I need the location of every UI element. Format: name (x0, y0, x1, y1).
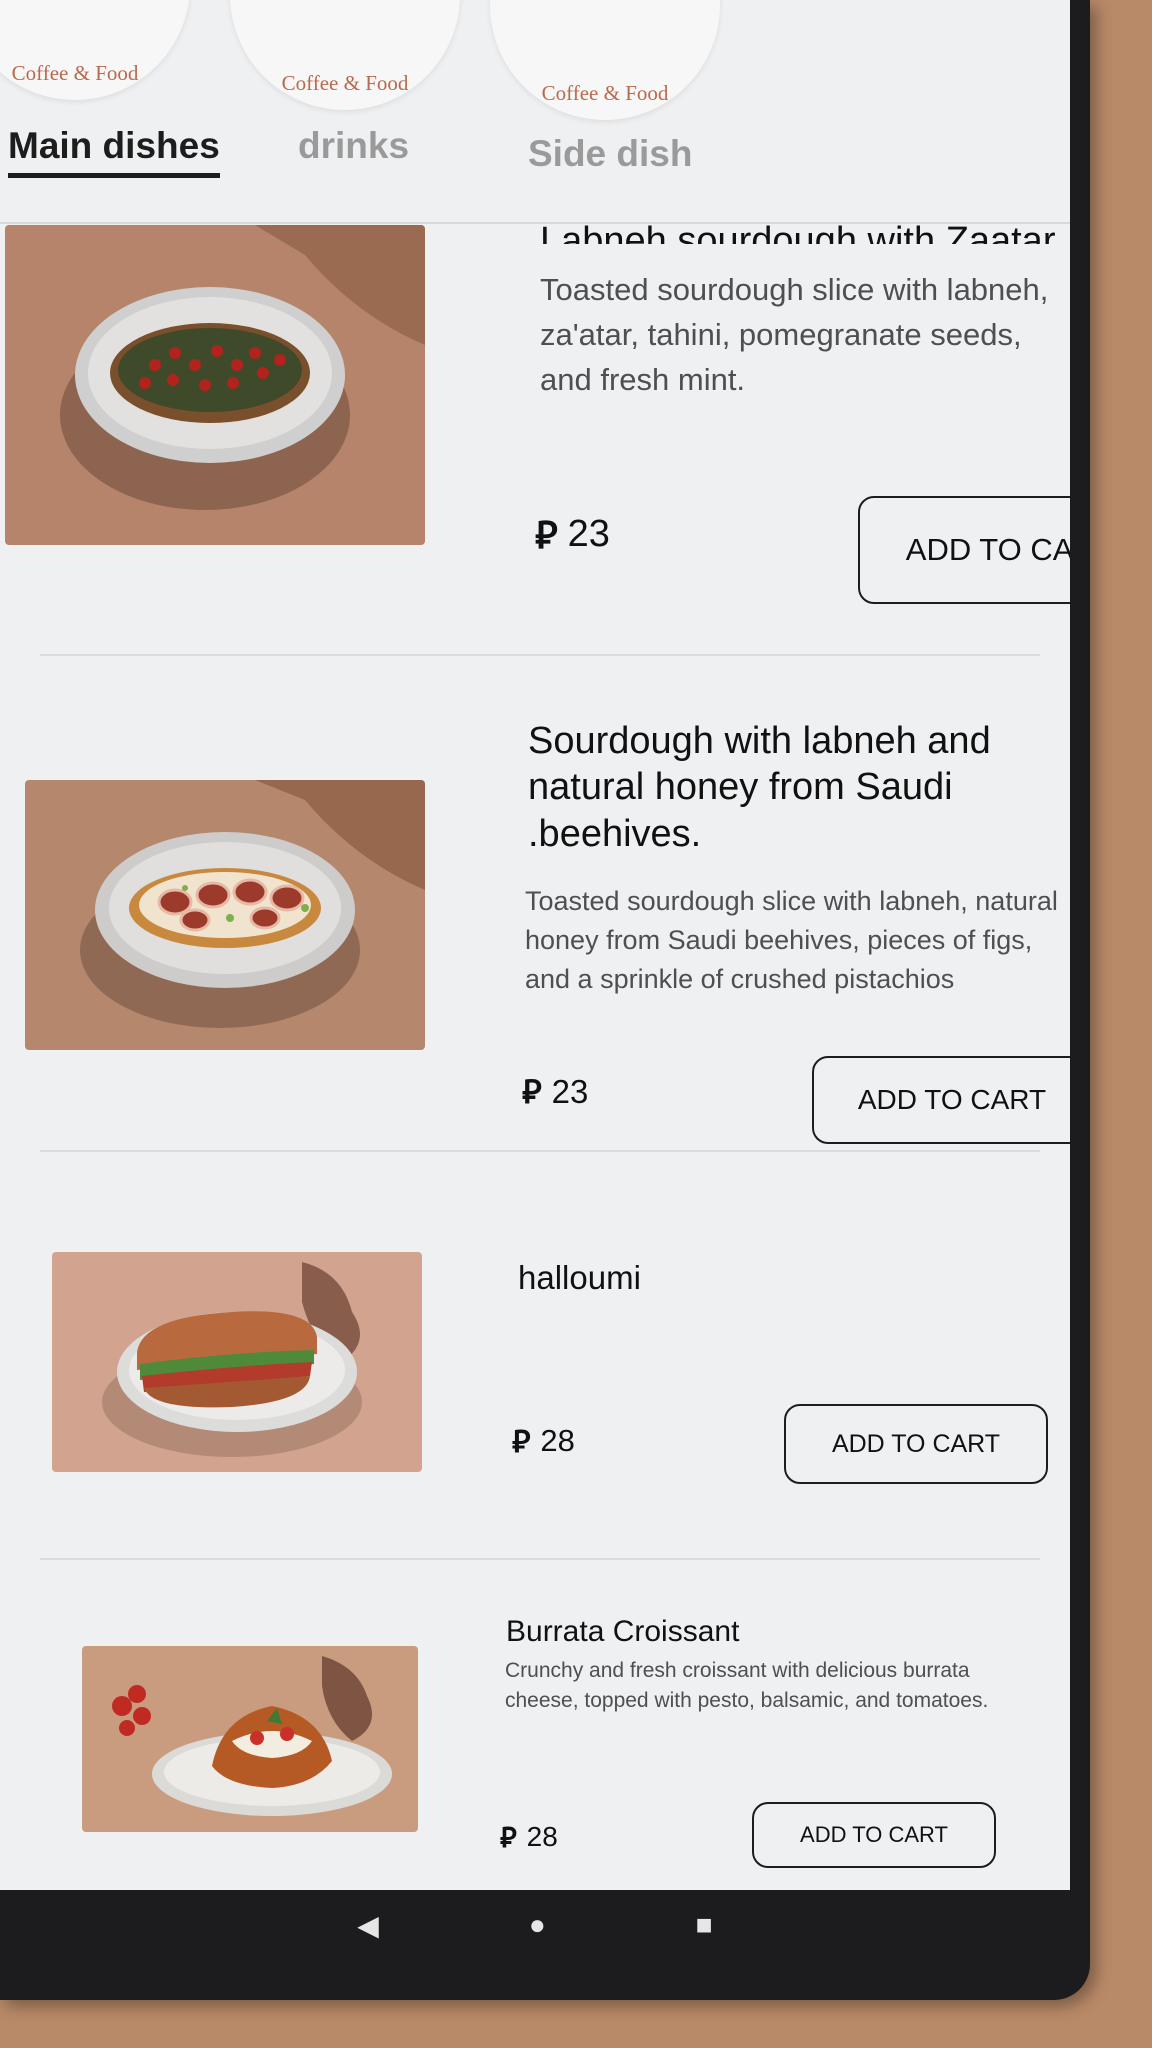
price: ⃁ 28 (512, 1420, 575, 1461)
dish-title: halloumi (518, 1259, 641, 1296)
category-label: Coffee & Food (541, 81, 669, 105)
price-value: 23 (551, 1072, 589, 1110)
item-divider (40, 1150, 1040, 1152)
system-navigation-bar: ◀ ● ■ (0, 1890, 1070, 1960)
tablet-frame: Coffee & Food Coffee & Food Coffee & Foo… (0, 0, 1090, 2000)
category-circle[interactable]: Coffee & Food (490, 0, 720, 120)
tab-drinks[interactable]: drinks (298, 125, 409, 173)
riyal-icon: ⃁ (500, 1822, 517, 1853)
item-divider (40, 654, 1040, 656)
dish-description: Toasted sourdough slice with labneh, nat… (525, 886, 1058, 995)
home-icon[interactable]: ● (529, 1909, 546, 1941)
dish-image (25, 780, 425, 1050)
tab-side-dish[interactable]: Side dish (528, 133, 692, 181)
price: ⃁ 23 (522, 1070, 588, 1113)
dish-title: Sourdough with labneh and natural honey … (528, 720, 991, 855)
tab-main-dishes[interactable]: Main dishes (8, 125, 220, 178)
add-to-cart-button[interactable]: ADD TO CART (752, 1802, 996, 1868)
add-to-cart-button[interactable]: ADD TO CART (858, 496, 1070, 604)
add-to-cart-button[interactable]: ADD TO CART (812, 1056, 1070, 1144)
category-label: Coffee & Food (11, 61, 139, 85)
category-circle[interactable]: Coffee & Food (230, 0, 460, 110)
dish-description: Crunchy and fresh croissant with delicio… (505, 1659, 989, 1713)
dish-title: Burrata Croissant (506, 1615, 740, 1648)
price-value: 28 (540, 1422, 575, 1458)
add-to-cart-button[interactable]: ADD TO CART (784, 1404, 1048, 1484)
category-tabs: Main dishes drinks Side dish (0, 125, 1070, 225)
price: ⃁ 28 (500, 1818, 558, 1855)
dish-image (82, 1646, 418, 1832)
riyal-icon: ⃁ (535, 515, 558, 557)
dish-description: Toasted sourdough slice with labneh, za'… (540, 272, 1049, 397)
item-divider (40, 1558, 1040, 1560)
price-value: 28 (526, 1820, 558, 1852)
app-screen: Coffee & Food Coffee & Food Coffee & Foo… (0, 0, 1070, 1890)
back-icon[interactable]: ◀ (357, 1909, 379, 1942)
price-value: 23 (567, 513, 610, 555)
category-label: Coffee & Food (281, 71, 409, 95)
dish-image (5, 225, 425, 545)
dish-title: Labneh sourdough with Zaatar (540, 222, 1056, 244)
category-circle[interactable]: Coffee & Food (0, 0, 190, 100)
price: ⃁ 23 (535, 510, 610, 559)
dish-image (52, 1252, 422, 1472)
recents-icon[interactable]: ■ (696, 1909, 713, 1941)
riyal-icon: ⃁ (512, 1424, 531, 1459)
riyal-icon: ⃁ (522, 1073, 542, 1110)
